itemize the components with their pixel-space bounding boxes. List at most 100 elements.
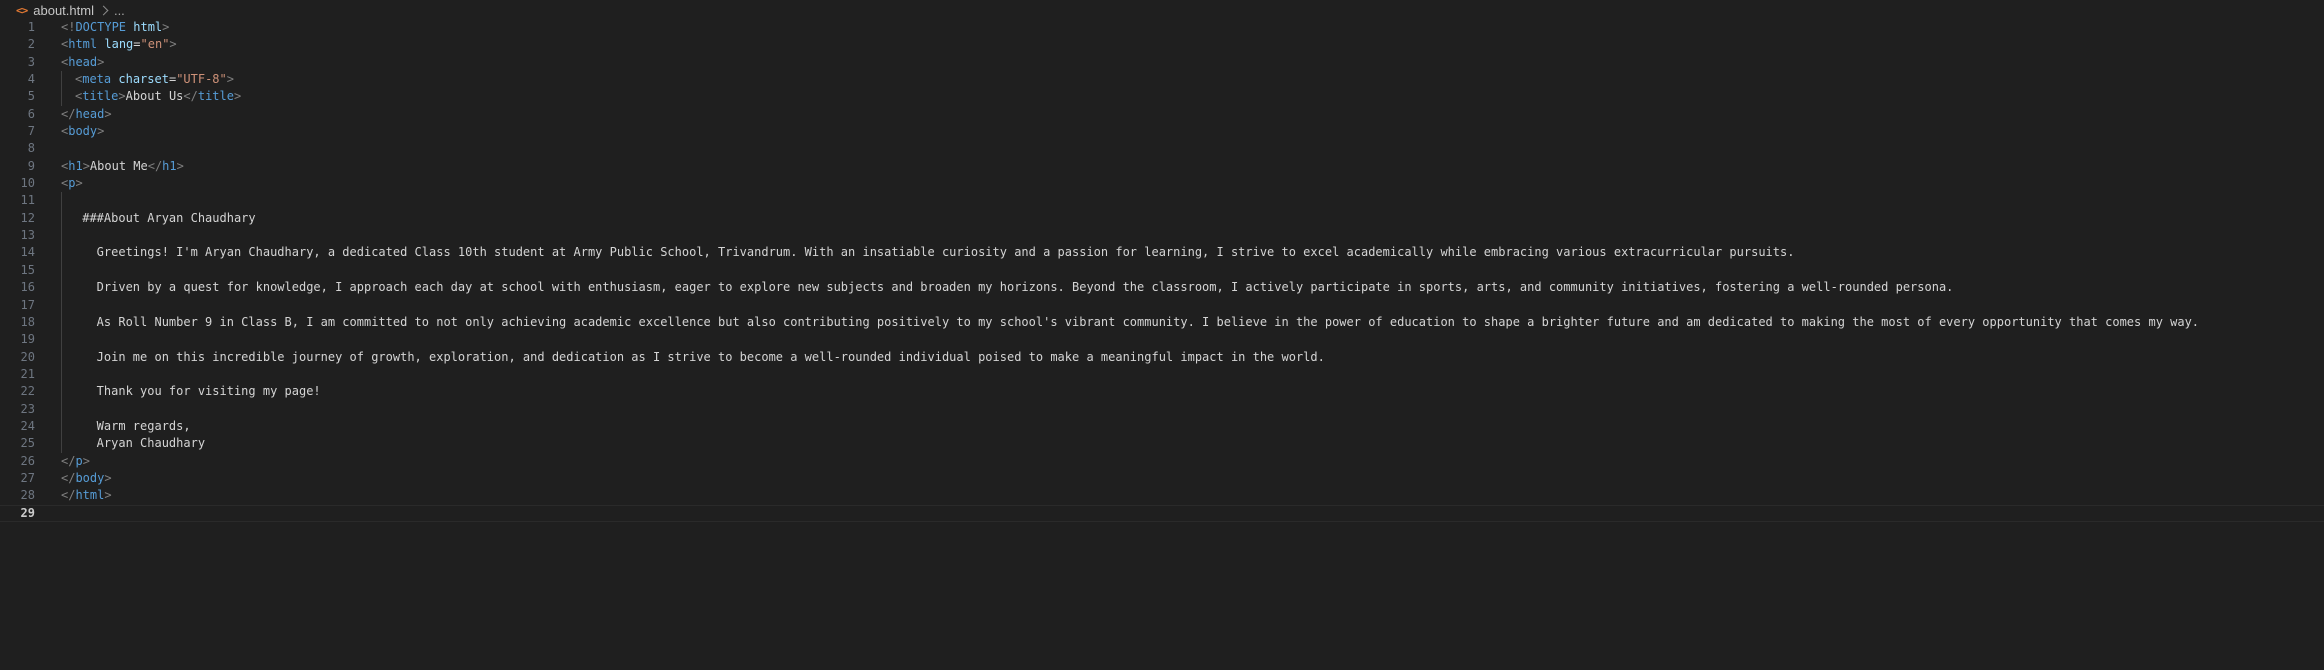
line-number: 13	[20, 228, 35, 243]
code-token: >	[233, 89, 242, 104]
line-number: 17	[20, 297, 35, 312]
code-token: >	[97, 124, 105, 139]
code-area[interactable]: 1 <!DOCTYPE html> 2 <html lang="en"> 3 <head>…	[0, 19, 2324, 522]
code-line[interactable]: 17	[0, 296, 2324, 314]
breadcrumb-file[interactable]: about.html	[33, 3, 94, 18]
code-line[interactable]: 6 </head>	[0, 106, 2324, 123]
line-content: ###About Aryan Chaudhary	[61, 210, 256, 227]
code-line[interactable]: 3 <head>	[0, 54, 2324, 71]
code-line[interactable]: 21	[0, 365, 2324, 384]
code-token: head	[75, 106, 105, 121]
code-token: meta	[82, 72, 112, 87]
line-content: <!DOCTYPE html>	[61, 19, 169, 36]
line-number: 7	[27, 124, 35, 139]
code-line[interactable]: 22 Thank you for visiting my page!	[0, 383, 2324, 401]
line-number: 4	[27, 72, 35, 87]
code-line[interactable]: 20 Join me on this incredible journey of…	[0, 348, 2324, 366]
line-content: <title>About Us</title>	[61, 88, 241, 105]
breadcrumb: <> about.html ...	[16, 0, 125, 20]
code-token: Join me on this incredible journey of gr…	[75, 349, 1325, 364]
code-token: >	[82, 453, 90, 468]
code-line[interactable]: 25 Aryan Chaudhary	[0, 435, 2324, 453]
code-line[interactable]: 1 <!DOCTYPE html>	[0, 19, 2324, 36]
line-number: 1	[27, 20, 35, 34]
line-content: <meta charset="UTF-8">	[61, 71, 234, 88]
code-line[interactable]: 14 Greetings! I'm Aryan Chaudhary, a ded…	[0, 244, 2324, 262]
line-number: 23	[20, 401, 35, 416]
line-content: <p>	[61, 175, 83, 192]
code-line[interactable]: 12 ###About Aryan Chaudhary	[0, 209, 2324, 228]
code-line[interactable]: 16 Driven by a quest for knowledge, I ap…	[0, 279, 2324, 297]
code-token: About Me	[89, 158, 148, 173]
code-token: title	[197, 89, 234, 104]
indent-guide	[61, 400, 62, 418]
code-line[interactable]: 9 <h1>About Me</h1>	[0, 158, 2324, 175]
code-token: >	[75, 176, 83, 191]
code-line[interactable]: 19	[0, 331, 2324, 349]
code-token: >	[226, 72, 234, 87]
line-number: 15	[20, 262, 35, 277]
line-number: 5	[27, 89, 35, 104]
code-token: head	[68, 54, 98, 69]
code-line[interactable]: 10 <p>	[0, 175, 2324, 192]
code-token: html	[68, 37, 98, 52]
line-number: 14	[20, 245, 35, 260]
code-token: >	[97, 54, 105, 69]
line-number: 29	[20, 505, 35, 520]
code-token: >	[169, 37, 177, 52]
code-line[interactable]: 29	[0, 505, 2324, 522]
line-content: Thank you for visiting my page!	[61, 383, 321, 400]
line-content: </p>	[61, 453, 90, 470]
line-content: As Roll Number 9 in Class B, I am commit…	[61, 314, 2199, 331]
line-number: 27	[20, 470, 35, 485]
code-editor[interactable]: <> about.html ... 1 <!DOCTYPE html> 2 <html…	[0, 0, 2324, 670]
line-number: 10	[20, 176, 35, 191]
line-number: 2	[27, 37, 35, 52]
code-token: >	[82, 158, 90, 173]
line-content: Aryan Chaudhary	[61, 435, 205, 452]
code-line[interactable]: 26 </p>	[0, 453, 2324, 470]
line-number: 25	[20, 436, 35, 451]
line-number: 12	[20, 210, 35, 225]
code-token: DOCTYPE	[75, 20, 134, 34]
code-line[interactable]: 27 </body>	[0, 470, 2324, 487]
indent-guide	[61, 227, 62, 245]
line-number: 3	[27, 54, 35, 69]
code-token: h1	[68, 158, 83, 173]
code-token: >	[104, 488, 112, 503]
code-token: =	[133, 37, 141, 52]
line-content: </head>	[61, 106, 112, 123]
breadcrumb-more[interactable]: ...	[114, 3, 125, 18]
code-line[interactable]: 4 <meta charset="UTF-8">	[0, 71, 2324, 89]
code-token: >	[176, 158, 184, 173]
indent-guide	[61, 331, 62, 349]
code-line[interactable]: 23	[0, 400, 2324, 418]
code-line[interactable]: 2 <html lang="en">	[0, 36, 2324, 53]
code-token: >	[162, 20, 170, 34]
code-line[interactable]: 13	[0, 227, 2324, 245]
code-token: lang	[104, 37, 134, 52]
line-number: 9	[27, 158, 35, 173]
code-token: >	[104, 470, 112, 485]
line-content: <head>	[61, 54, 104, 71]
code-token: >	[104, 106, 112, 121]
code-token: </	[61, 106, 76, 121]
indent-guide	[61, 296, 62, 314]
code-line[interactable]: 18 As Roll Number 9 in Class B, I am com…	[0, 313, 2324, 332]
code-token: ###About Aryan Chaudhary	[75, 210, 256, 225]
code-token: </	[147, 158, 163, 173]
code-token: </	[61, 453, 76, 468]
code-line[interactable]: 28 </html>	[0, 487, 2324, 504]
code-line[interactable]: 7 <body>	[0, 123, 2324, 140]
line-content: Join me on this incredible journey of gr…	[61, 349, 1325, 366]
code-line[interactable]: 5 <title>About Us</title>	[0, 88, 2324, 106]
code-token: Thank you for visiting my page!	[75, 384, 321, 399]
line-number: 6	[27, 106, 35, 121]
code-line[interactable]: 8	[0, 140, 2324, 157]
code-line[interactable]: 24 Warm regards,	[0, 417, 2324, 436]
line-content: </html>	[61, 487, 112, 504]
code-line[interactable]: 11	[0, 192, 2324, 210]
code-line[interactable]: 15	[0, 261, 2324, 280]
line-number: 16	[20, 280, 35, 295]
code-token: html	[133, 20, 163, 34]
